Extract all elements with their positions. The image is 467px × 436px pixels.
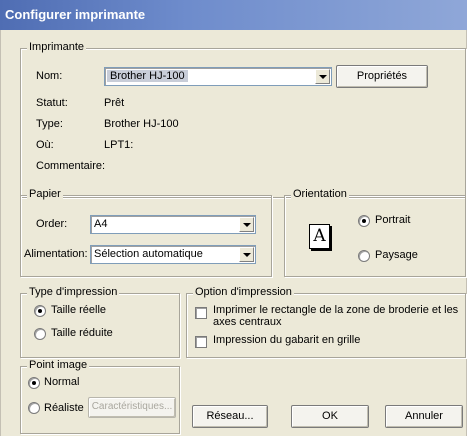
paper-group: Papier xyxy=(20,188,272,277)
paper-size-value: A4 xyxy=(94,218,108,230)
print-rectangle-checkbox[interactable] xyxy=(195,307,207,319)
real-size-label[interactable]: Taille réelle xyxy=(51,304,106,316)
cancel-button[interactable]: Annuler xyxy=(385,405,463,428)
point-image-group-legend: Point image xyxy=(27,359,90,371)
printer-name-value: Brother HJ-100 xyxy=(107,70,188,82)
print-rectangle-label[interactable]: Imprimer le rectangle de la zone de brod… xyxy=(213,304,458,316)
portrait-page-icon: A xyxy=(309,224,330,249)
where-value: LPT1: xyxy=(104,139,134,151)
properties-button[interactable]: Propriétés xyxy=(336,65,428,88)
where-label: Où: xyxy=(36,139,54,151)
type-value: Brother HJ-100 xyxy=(104,118,179,130)
paper-group-legend: Papier xyxy=(27,188,63,200)
paper-size-select[interactable]: A4 xyxy=(90,215,256,234)
ok-button[interactable]: OK xyxy=(291,405,369,428)
status-label: Statut: xyxy=(36,97,68,109)
title-bar[interactable]: Configurer imprimante xyxy=(0,0,467,30)
chevron-down-icon[interactable] xyxy=(315,69,330,84)
chevron-down-icon[interactable] xyxy=(239,217,254,232)
print-grid-checkbox[interactable] xyxy=(195,336,207,348)
reduced-size-label[interactable]: Taille réduite xyxy=(51,327,113,339)
reduced-size-radio[interactable] xyxy=(34,328,46,340)
print-rectangle-label-cont[interactable]: axes centraux xyxy=(213,316,281,328)
real-size-radio[interactable] xyxy=(34,305,46,317)
portrait-label[interactable]: Portrait xyxy=(375,214,410,226)
print-options-group-legend: Option d'impression xyxy=(193,286,294,298)
type-label: Type: xyxy=(36,118,63,130)
portrait-radio[interactable] xyxy=(358,215,370,227)
normal-radio[interactable] xyxy=(28,377,40,389)
network-button[interactable]: Réseau... xyxy=(192,405,268,428)
realistic-label[interactable]: Réaliste xyxy=(44,402,84,414)
characteristics-button[interactable]: Caractéristiques... xyxy=(88,397,176,418)
comment-label: Commentaire: xyxy=(36,160,106,172)
print-type-group: Type d'impression xyxy=(20,286,180,358)
landscape-radio[interactable] xyxy=(358,250,370,262)
printer-group-legend: Imprimante xyxy=(27,41,87,53)
landscape-label[interactable]: Paysage xyxy=(375,249,418,261)
chevron-down-icon[interactable] xyxy=(239,247,254,262)
dialog-body: Imprimante Nom: Brother HJ-100 Propriété… xyxy=(0,30,467,436)
paper-source-value: Sélection automatique xyxy=(94,248,203,260)
order-label: Order: xyxy=(36,218,68,230)
print-grid-label[interactable]: Impression du gabarit en grille xyxy=(213,334,360,346)
status-value: Prêt xyxy=(104,97,125,109)
source-label: Alimentation: xyxy=(24,248,88,260)
print-type-group-legend: Type d'impression xyxy=(27,286,120,298)
printer-name-select[interactable]: Brother HJ-100 xyxy=(104,67,332,86)
paper-source-select[interactable]: Sélection automatique xyxy=(90,245,256,264)
orientation-group-legend: Orientation xyxy=(291,188,349,200)
printer-name-label: Nom: xyxy=(36,70,63,82)
normal-label[interactable]: Normal xyxy=(44,376,79,388)
realistic-radio[interactable] xyxy=(28,402,40,414)
window-title: Configurer imprimante xyxy=(5,7,146,22)
